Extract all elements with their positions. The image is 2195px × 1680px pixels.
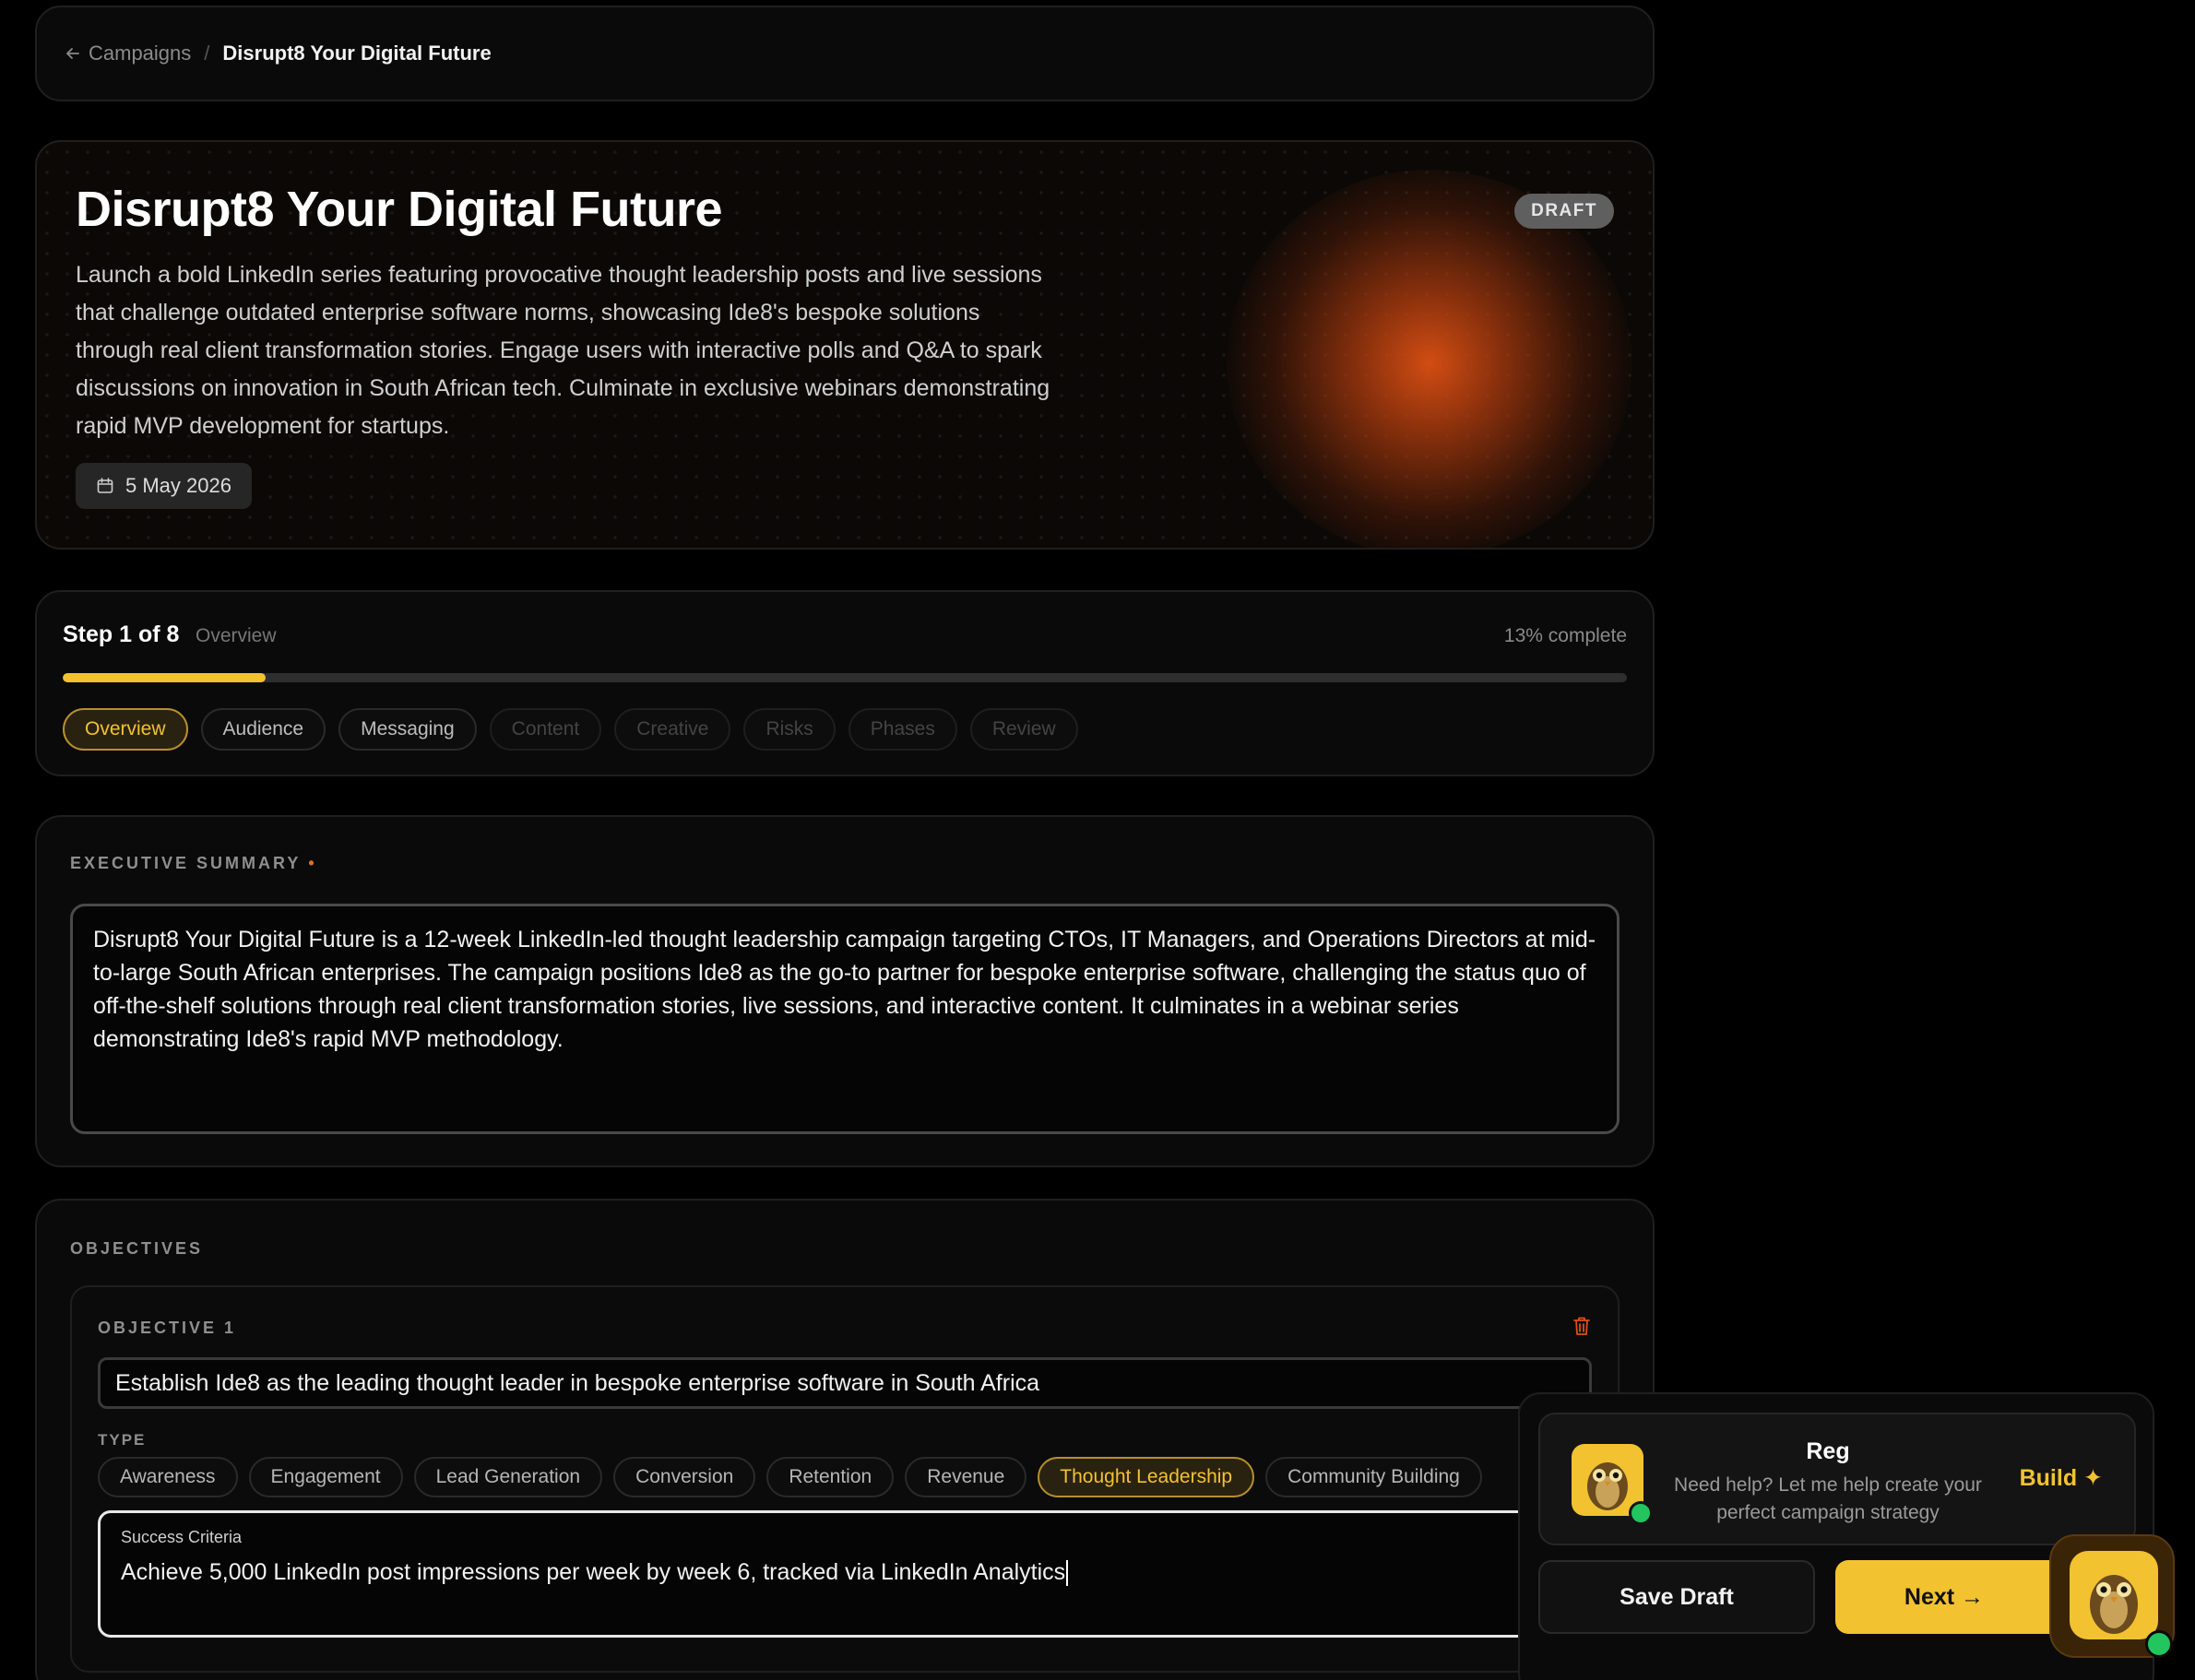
online-status-dot: [1629, 1501, 1653, 1525]
type-chip-retention[interactable]: Retention: [766, 1457, 895, 1497]
campaign-description: Launch a bold LinkedIn series featuring …: [76, 262, 1050, 439]
owl-fab-icon: [2070, 1551, 2158, 1639]
next-button-label: Next →: [1904, 1583, 1985, 1610]
campaign-hero: Disrupt8 Your Digital Future Launch a bo…: [35, 140, 1655, 550]
calendar-icon: [97, 478, 113, 493]
step-progress-card: Step 1 of 8 Overview 13% complete Overvi…: [35, 590, 1655, 776]
tab-phases: Phases: [848, 708, 957, 751]
type-chip-lead-generation[interactable]: Lead Generation: [413, 1457, 603, 1497]
campaign-date: 5 May 2026: [76, 463, 252, 509]
executive-summary-label: EXECUTIVE SUMMARY •: [70, 854, 317, 873]
tab-messaging[interactable]: Messaging: [338, 708, 477, 751]
assistant-card[interactable]: Reg Need help? Let me help create your p…: [1538, 1413, 2136, 1545]
tab-overview[interactable]: Overview: [63, 708, 188, 751]
objectives-card: OBJECTIVES OBJECTIVE 1 Establish Ide8 as…: [35, 1199, 1655, 1680]
step-tabs: Overview Audience Messaging Content Creative…: [63, 708, 1078, 751]
type-chip-awareness[interactable]: Awareness: [98, 1457, 238, 1497]
executive-summary-textarea[interactable]: Disrupt8 Your Digital Future is a 12-wee…: [70, 904, 1620, 1134]
type-chip-conversion[interactable]: Conversion: [613, 1457, 756, 1497]
build-link[interactable]: Build ✦: [2020, 1464, 2103, 1492]
type-chip-thought-leadership[interactable]: Thought Leadership: [1038, 1457, 1255, 1497]
objective-label: OBJECTIVE 1: [98, 1319, 237, 1337]
breadcrumb-back-link[interactable]: Campaigns: [65, 41, 191, 65]
type-chip-revenue[interactable]: Revenue: [905, 1457, 1027, 1497]
tab-review: Review: [969, 708, 1078, 751]
type-chip-community-building[interactable]: Community Building: [1265, 1457, 1482, 1497]
progress-bar-fill: [63, 673, 267, 682]
assistant-message: Need help? Let me help create your perfe…: [1674, 1474, 1982, 1523]
success-criteria-value: Achieve 5,000 LinkedIn post impressions …: [121, 1559, 1066, 1585]
objectives-label: OBJECTIVES: [70, 1239, 204, 1258]
campaign-date-label: 5 May 2026: [125, 474, 231, 497]
breadcrumb-separator: /: [204, 41, 210, 65]
tab-creative: Creative: [614, 708, 731, 751]
assistant-name: Reg: [1806, 1438, 1850, 1464]
success-criteria-value-wrap: Achieve 5,000 LinkedIn post impressions …: [121, 1559, 1069, 1587]
campaign-title: Disrupt8 Your Digital Future: [76, 182, 723, 237]
arrow-left-icon: [66, 48, 79, 59]
breadcrumb-back-label: Campaigns: [89, 41, 192, 65]
breadcrumb-bar: Campaigns / Disrupt8 Your Digital Future: [35, 6, 1655, 101]
objective-input[interactable]: Establish Ide8 as the leading thought le…: [98, 1357, 1592, 1409]
executive-summary-label-text: EXECUTIVE SUMMARY: [70, 854, 302, 872]
progress-percent: 13% complete: [1503, 625, 1627, 646]
type-chip-engagement[interactable]: Engagement: [248, 1457, 403, 1497]
type-label: TYPE: [98, 1431, 147, 1449]
executive-summary-card: EXECUTIVE SUMMARY • Disrupt8 Your Digital…: [35, 815, 1655, 1167]
success-criteria-field[interactable]: Success Criteria Achieve 5,000 LinkedIn …: [98, 1510, 1592, 1638]
save-draft-button[interactable]: Save Draft: [1538, 1560, 1815, 1634]
success-criteria-label: Success Criteria: [121, 1528, 243, 1546]
required-marker: •: [308, 854, 317, 872]
step-title: Step 1 of 8: [63, 621, 180, 647]
breadcrumb-current: Disrupt8 Your Digital Future: [222, 41, 492, 65]
status-badge: DRAFT: [1514, 194, 1614, 229]
assistant-fab-button[interactable]: [2049, 1534, 2175, 1658]
tab-content: Content: [489, 708, 602, 751]
trash-icon[interactable]: [1572, 1315, 1592, 1337]
text-caret: [1066, 1560, 1069, 1587]
progress-bar: [63, 673, 1627, 682]
tab-risks: Risks: [743, 708, 836, 751]
online-status-dot: [2145, 1630, 2173, 1658]
tab-audience[interactable]: Audience: [200, 708, 326, 751]
step-subtitle: Overview: [196, 625, 277, 646]
objective-item: OBJECTIVE 1 Establish Ide8 as the leadin…: [70, 1285, 1620, 1673]
type-chips: Awareness Engagement Lead Generation Conver…: [98, 1457, 1482, 1497]
